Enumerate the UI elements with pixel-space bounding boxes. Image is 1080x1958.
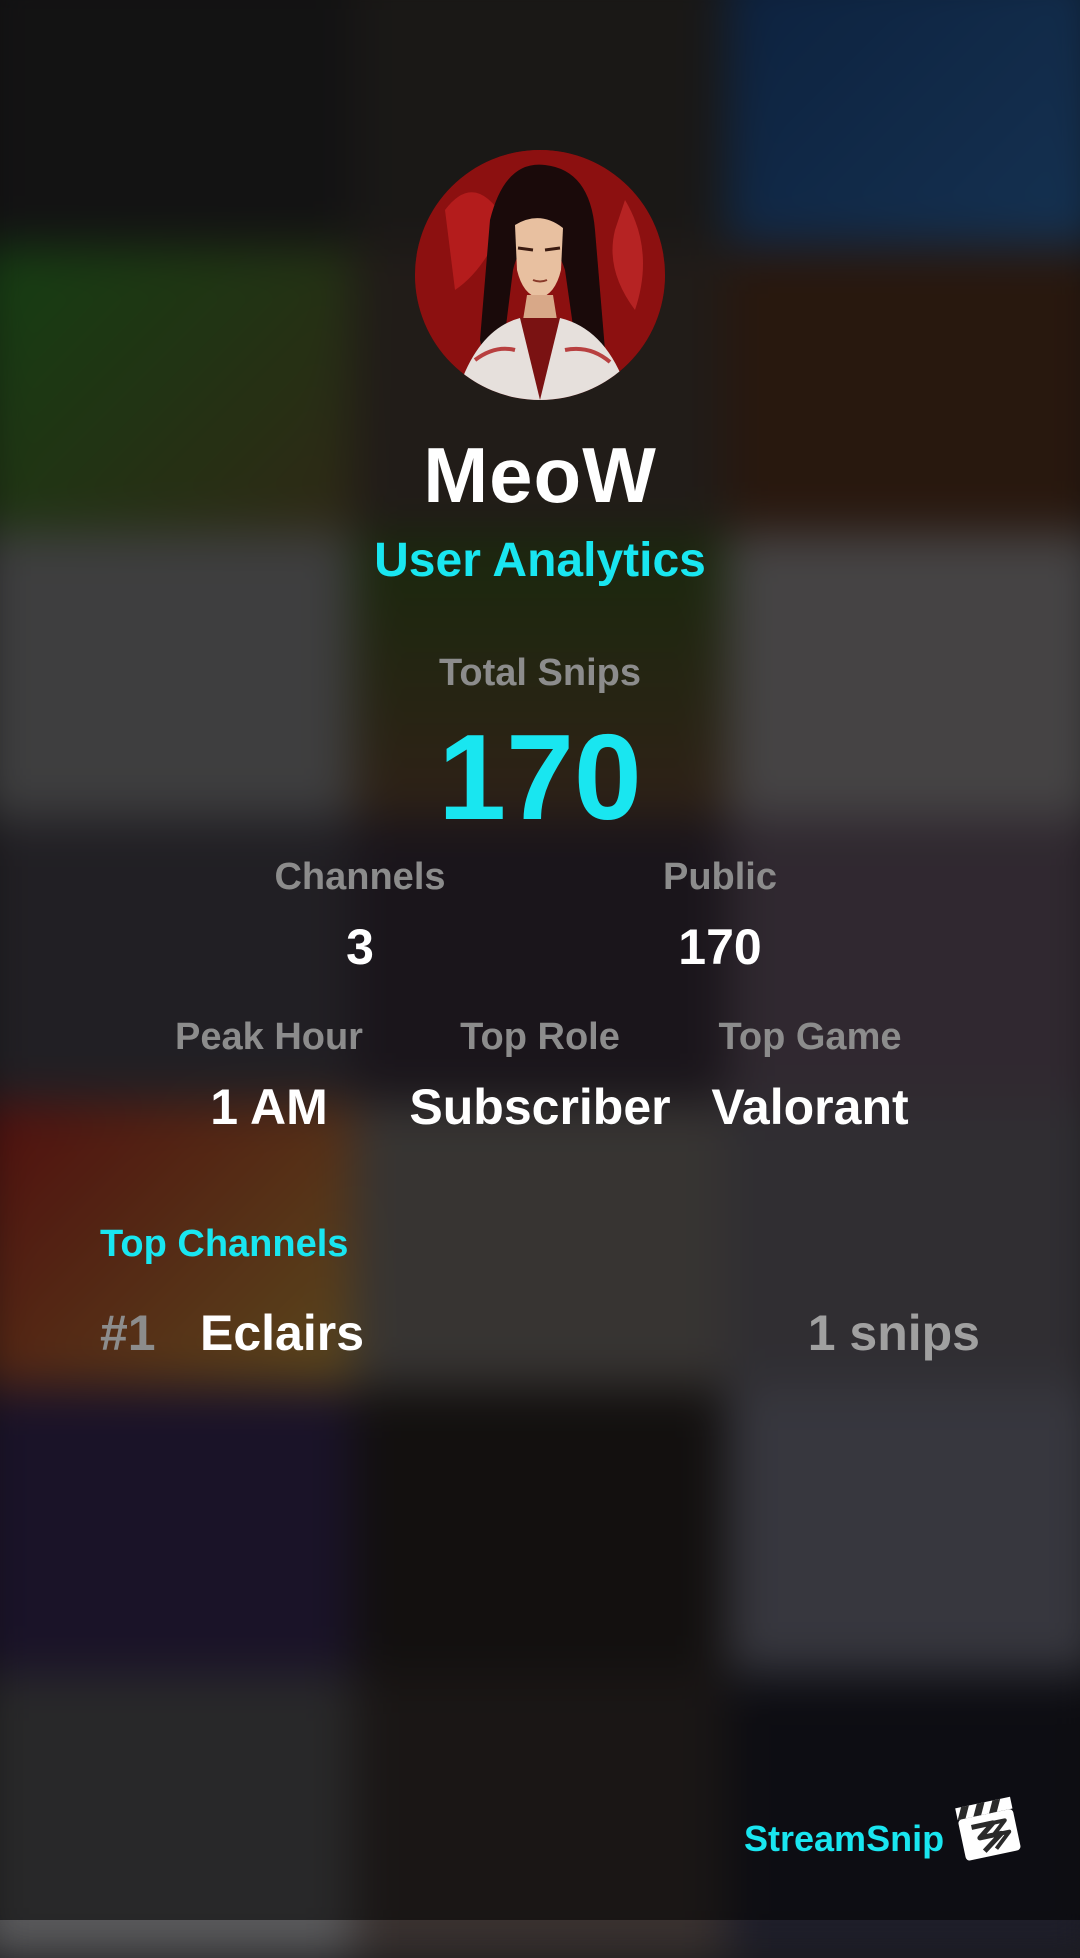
stat-channels: Channels 3 [210, 855, 510, 975]
stat-channels-label: Channels [274, 856, 446, 898]
stat-top-role-value: Subscriber [409, 1079, 671, 1135]
total-snips-label: Total Snips [439, 652, 641, 694]
analytics-card: MeoW User Analytics Total Snips 170 Chan… [0, 0, 1080, 1920]
top-channels-title: Top Channels [100, 1223, 349, 1265]
channel-name: Eclairs [200, 1305, 365, 1361]
channel-snip-count: 1 snips [807, 1305, 980, 1361]
stat-peak-hour: Peak Hour 1 AM [119, 1015, 419, 1135]
stat-top-role-label: Top Role [460, 1016, 620, 1058]
stat-channels-value: 3 [346, 919, 374, 975]
stat-top-game-value: Valorant [711, 1079, 909, 1135]
stat-public-label: Public [662, 856, 778, 898]
clapperboard-icon [950, 1790, 1026, 1866]
stat-top-game: Top Game Valorant [660, 1015, 960, 1135]
stat-peak-hour-value: 1 AM [210, 1079, 328, 1135]
stat-top-role: Top Role Subscriber [390, 1015, 690, 1135]
total-snips-value: 170 [438, 709, 642, 845]
stat-public: Public 170 [570, 855, 870, 975]
top-channel-row: #1 Eclairs 1 snips [100, 1300, 980, 1370]
channel-rank: #1 [100, 1305, 156, 1361]
brand-name: StreamSnip [744, 1818, 945, 1859]
stat-public-value: 170 [678, 919, 762, 975]
stat-top-game-label: Top Game [718, 1016, 902, 1058]
page-subtitle: User Analytics [374, 534, 706, 587]
username: MeoW [423, 431, 657, 519]
avatar [415, 150, 665, 400]
stat-peak-hour-label: Peak Hour [175, 1016, 363, 1058]
avatar-portrait-icon [415, 150, 665, 400]
